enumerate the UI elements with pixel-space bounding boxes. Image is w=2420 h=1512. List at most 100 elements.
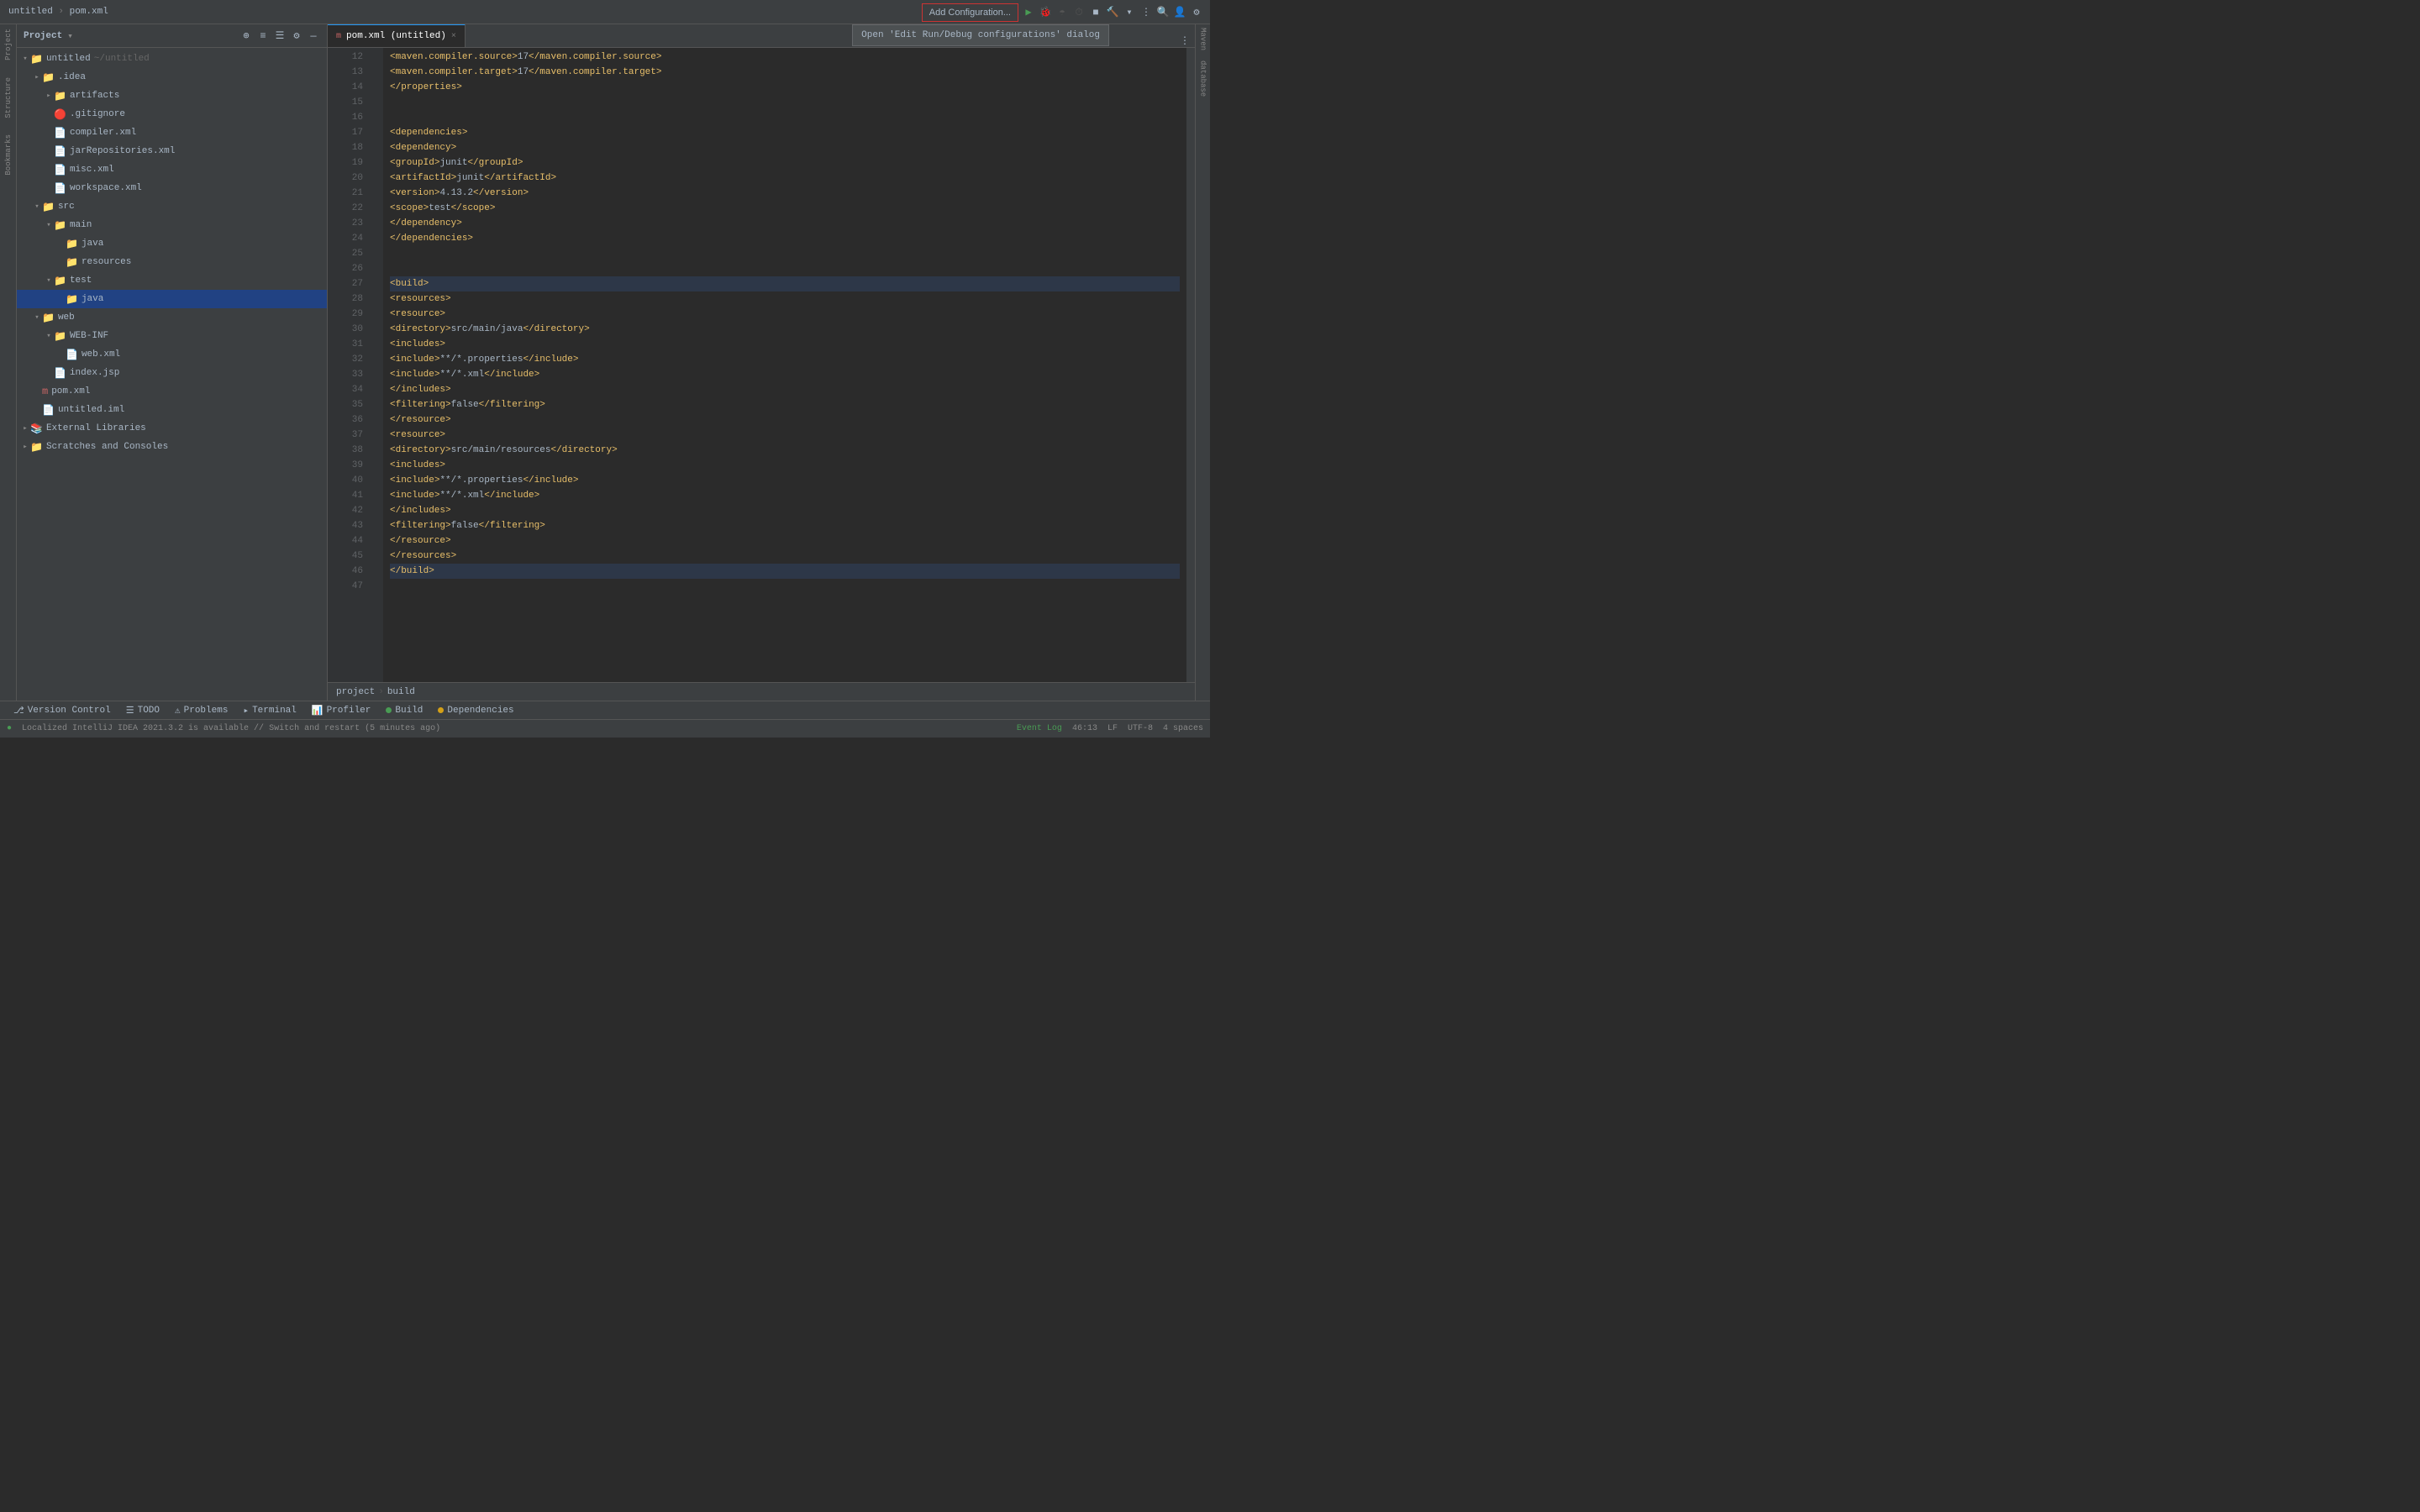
- tree-arrow-idea: ▸: [32, 73, 42, 81]
- tab-label-0: Version Control: [28, 706, 111, 716]
- tab-label: pom.xml (untitled): [346, 31, 446, 41]
- maven-strip-label[interactable]: Maven: [1199, 28, 1207, 50]
- code-line-26: [390, 261, 1180, 276]
- left-strip: Project Structure Bookmarks: [0, 24, 17, 701]
- tree-icon-java: 📁: [66, 238, 78, 250]
- debug-icon[interactable]: 🐞: [1039, 6, 1052, 19]
- build-icon[interactable]: 🔨: [1106, 6, 1119, 19]
- bookmarks-strip-label[interactable]: Bookmarks: [4, 134, 13, 176]
- panel-close-icon[interactable]: —: [307, 29, 320, 43]
- tab-settings-icon[interactable]: ⋮: [1178, 34, 1192, 47]
- profile-icon[interactable]: ⏱: [1072, 6, 1086, 19]
- tree-item-src[interactable]: ▾ 📁 src: [17, 197, 327, 216]
- code-line-22: <scope>test</scope>: [390, 201, 1180, 216]
- code-line-39: <includes>: [390, 458, 1180, 473]
- editor-tab-pom[interactable]: m pom.xml (untitled) ×: [328, 24, 466, 47]
- tree-icon-main: 📁: [54, 219, 66, 232]
- tab-close-button[interactable]: ×: [451, 32, 456, 41]
- editor-area: m pom.xml (untitled) × ⋮ 121314151617181…: [328, 24, 1195, 701]
- tree-item-idea[interactable]: ▸ 📁 .idea: [17, 68, 327, 87]
- panel-icons: ⊕ ≡ ☰ ⚙ —: [239, 29, 320, 43]
- tab-label-4: Profiler: [327, 706, 371, 716]
- code-line-28: <resources>: [390, 291, 1180, 307]
- coverage-icon[interactable]: ☂: [1055, 6, 1069, 19]
- code-line-23: </dependency>: [390, 216, 1180, 231]
- tree-item-gitignore[interactable]: 🔴 .gitignore: [17, 105, 327, 123]
- user-icon[interactable]: 👤: [1173, 6, 1186, 19]
- project-panel: Project ▾ ⊕ ≡ ☰ ⚙ — ▾ 📁 untitled ~/untit…: [17, 24, 328, 701]
- tab-label-3: Terminal: [252, 706, 297, 716]
- panel-title: Project: [24, 31, 62, 41]
- tree-icon-test: 📁: [54, 275, 66, 287]
- tree-item-test-java[interactable]: 📁 java: [17, 290, 327, 308]
- add-configuration-button[interactable]: Add Configuration...: [922, 3, 1018, 22]
- tree-item-compiler[interactable]: 📄 compiler.xml: [17, 123, 327, 142]
- code-line-19: <groupId>junit</groupId>: [390, 155, 1180, 171]
- tree-item-indexjsp[interactable]: 📄 index.jsp: [17, 364, 327, 382]
- tree-item-jarRepositories[interactable]: 📄 jarRepositories.xml: [17, 142, 327, 160]
- bottom-tab-profiler[interactable]: 📊Profiler: [305, 701, 378, 720]
- code-line-20: <artifactId>junit</artifactId>: [390, 171, 1180, 186]
- tree-label-gitignore: .gitignore: [70, 109, 125, 119]
- bottom-tab-dependencies[interactable]: Dependencies: [431, 701, 520, 720]
- tree-item-ext-libs[interactable]: ▸ 📚 External Libraries: [17, 419, 327, 438]
- panel-gear-icon[interactable]: ⚙: [290, 29, 303, 43]
- status-event-log[interactable]: Event Log: [1017, 724, 1062, 733]
- tree-icon-gitignore: 🔴: [54, 108, 66, 121]
- tree-item-workspace[interactable]: 📄 workspace.xml: [17, 179, 327, 197]
- code-line-47: [390, 579, 1180, 594]
- tree-arrow-scratches: ▸: [20, 443, 30, 451]
- tree-item-resources[interactable]: 📁 resources: [17, 253, 327, 271]
- stop-icon[interactable]: ■: [1089, 6, 1102, 19]
- tree-item-untitled-iml[interactable]: 📄 untitled.iml: [17, 401, 327, 419]
- database-strip-label[interactable]: database: [1199, 60, 1207, 97]
- panel-settings-icon[interactable]: ☰: [273, 29, 287, 43]
- tab-label-2: Problems: [184, 706, 229, 716]
- tree-item-webinf[interactable]: ▾ 📁 WEB-INF: [17, 327, 327, 345]
- tree-arrow-web: ▾: [32, 313, 42, 322]
- bottom-tab-todo[interactable]: ☰TODO: [119, 701, 166, 720]
- tree-item-untitled[interactable]: ▾ 📁 untitled ~/untitled: [17, 50, 327, 68]
- status-encoding: UTF-8: [1128, 724, 1153, 733]
- tab-icon-1: ☰: [126, 705, 134, 717]
- tree-item-artifacts[interactable]: ▸ 📁 artifacts: [17, 87, 327, 105]
- tree-item-scratches[interactable]: ▸ 📁 Scratches and Consoles: [17, 438, 327, 456]
- bottom-tab-build[interactable]: Build: [379, 701, 429, 720]
- tree-icon-misc: 📄: [54, 164, 66, 176]
- tree-label-web: web: [58, 312, 75, 323]
- tree-item-main[interactable]: ▾ 📁 main: [17, 216, 327, 234]
- code-area[interactable]: <maven.compiler.source>17</maven.compile…: [383, 48, 1186, 682]
- breadcrumb-build[interactable]: build: [387, 687, 415, 697]
- run-icon[interactable]: ▶: [1022, 6, 1035, 19]
- bottom-tab-problems[interactable]: ⚠Problems: [168, 701, 234, 720]
- editor-vscroll[interactable]: [1186, 48, 1195, 682]
- breadcrumb-project[interactable]: project: [336, 687, 375, 697]
- tree-label-test: test: [70, 276, 92, 286]
- tree-icon-jarRepositories: 📄: [54, 145, 66, 158]
- panel-collapse-icon[interactable]: ≡: [256, 29, 270, 43]
- tree-icon-idea: 📁: [42, 71, 55, 84]
- tree-label-main: main: [70, 220, 92, 230]
- code-line-38: <directory>src/main/resources</directory…: [390, 443, 1180, 458]
- panel-dropdown-icon[interactable]: ▾: [67, 30, 73, 42]
- structure-strip-label[interactable]: Structure: [4, 77, 13, 118]
- tree-item-web[interactable]: ▾ 📁 web: [17, 308, 327, 327]
- bottom-tab-terminal[interactable]: ▸Terminal: [236, 701, 302, 720]
- code-line-36: </resource>: [390, 412, 1180, 428]
- search-icon[interactable]: 🔍: [1156, 6, 1170, 19]
- tree-icon-untitled: 📁: [30, 53, 43, 66]
- panel-locate-icon[interactable]: ⊕: [239, 29, 253, 43]
- tree-item-webxml[interactable]: 📄 web.xml: [17, 345, 327, 364]
- dropdown-icon[interactable]: ▾: [1123, 6, 1136, 19]
- gear-icon[interactable]: ⚙: [1190, 6, 1203, 19]
- tree-item-java[interactable]: 📁 java: [17, 234, 327, 253]
- code-line-37: <resource>: [390, 428, 1180, 443]
- tree-item-test[interactable]: ▾ 📁 test: [17, 271, 327, 290]
- bottom-tab-version-control[interactable]: ⎇Version Control: [7, 701, 118, 720]
- status-message: Localized IntelliJ IDEA 2021.3.2 is avai…: [22, 724, 440, 733]
- more-icon[interactable]: ⋮: [1139, 6, 1153, 19]
- project-strip-label[interactable]: Project: [4, 29, 13, 60]
- tree-icon-resources: 📁: [66, 256, 78, 269]
- tree-item-misc[interactable]: 📄 misc.xml: [17, 160, 327, 179]
- tree-item-pomxml[interactable]: m pom.xml: [17, 382, 327, 401]
